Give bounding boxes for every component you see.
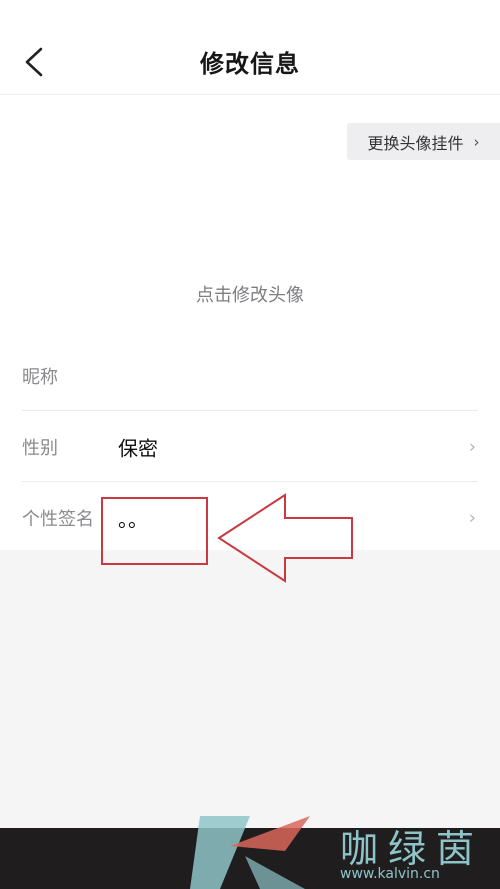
annotation-arrow-icon [217, 493, 353, 583]
annotation-highlight-box [101, 497, 208, 565]
page-title: 修改信息 [200, 50, 300, 78]
gender-label: 性别 [22, 438, 58, 459]
top-nav-bar: 修改信息 [0, 0, 500, 95]
watermark-logo-icon [190, 816, 310, 889]
divider [22, 410, 478, 411]
signature-label: 个性签名 [22, 509, 94, 530]
gender-value: 保密 [118, 436, 158, 461]
avatar[interactable] [200, 185, 300, 225]
nickname-label: 昵称 [22, 367, 58, 388]
divider [22, 481, 478, 482]
watermark-url: www.kalvin.cn [340, 866, 440, 882]
change-avatar-pendant-button[interactable]: 更换头像挂件 › [347, 123, 500, 160]
nickname-row[interactable]: 昵称 [22, 341, 478, 411]
pendant-button-label: 更换头像挂件 [367, 133, 464, 153]
chevron-right-icon: › [473, 132, 480, 151]
gender-row[interactable]: 性别 保密 › [22, 412, 478, 482]
chevron-right-icon: › [468, 507, 476, 529]
chevron-right-icon: › [468, 436, 476, 458]
watermark-text: 咖绿茵 [340, 827, 485, 871]
profile-form: 更换头像挂件 › 点击修改头像 昵称 性别 保密 › 个性签名 。。 › [0, 95, 500, 550]
change-avatar-link[interactable]: 点击修改头像 [0, 281, 500, 307]
